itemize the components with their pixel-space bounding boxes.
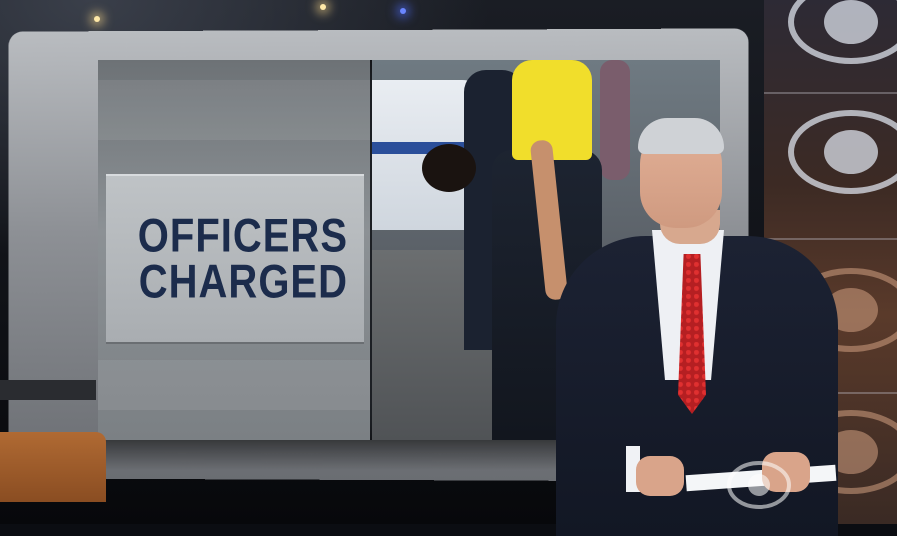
headline-box: OFFICERS CHARGED bbox=[106, 174, 364, 344]
ceiling-light bbox=[320, 4, 326, 10]
studio-desk bbox=[0, 432, 106, 502]
anchor-hair bbox=[638, 118, 724, 154]
anchor-hand bbox=[636, 456, 684, 496]
ceiling-light bbox=[400, 8, 406, 14]
panel-divider bbox=[764, 92, 897, 94]
background-stripe bbox=[98, 360, 370, 410]
headline-panel: OFFICERS CHARGED bbox=[98, 60, 370, 440]
news-anchor bbox=[556, 118, 838, 536]
background-stripe bbox=[98, 80, 370, 140]
photo-suspect-head bbox=[422, 144, 476, 192]
studio-shelf bbox=[0, 380, 96, 400]
ceiling-light bbox=[94, 16, 100, 22]
cbs-eye-icon bbox=[727, 461, 791, 509]
cbs-eye-icon bbox=[788, 0, 897, 64]
headline-line-2: CHARGED bbox=[138, 256, 348, 308]
